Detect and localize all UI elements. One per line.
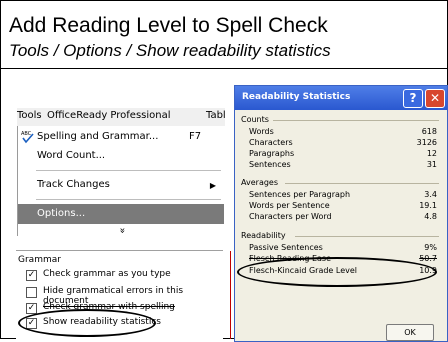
menu-item-options[interactable]: Options... — [18, 204, 224, 224]
menu-item-label: Spelling and Grammar... — [37, 131, 159, 142]
dialog-title-bar: Readability Statistics ? ✕ — [235, 86, 447, 110]
menu-bar: Tools OfficeReady Professional Tabl — [17, 108, 226, 126]
menu-item-spelling-grammar[interactable]: Spelling and Grammar... — [37, 131, 158, 142]
stat-value: 3.4 — [424, 190, 437, 199]
menu-separator — [36, 199, 221, 200]
grammar-section-title: Grammar — [18, 255, 61, 265]
close-icon[interactable]: ✕ — [425, 89, 445, 108]
stat-label: Characters — [249, 138, 293, 147]
menu-item-shortcut: F7 — [189, 131, 202, 142]
slide: Add Reading Level to Spell Check Tools /… — [0, 0, 448, 342]
spelling-abc-icon: ABC — [21, 130, 35, 144]
menu-item-label: Word Count... — [37, 150, 106, 161]
menu-item-word-count[interactable]: Word Count... — [37, 150, 105, 161]
menu-separator — [36, 170, 221, 171]
menu-table[interactable]: Tabl — [206, 110, 226, 121]
stat-value: 19.1 — [419, 201, 437, 210]
stat-value: 12 — [426, 149, 437, 158]
stat-value: 3126 — [416, 138, 437, 147]
stat-label: Sentences per Paragraph — [249, 190, 351, 199]
expand-menu-icon[interactable]: » — [117, 227, 128, 233]
menu-item-label: Track Changes — [37, 179, 110, 190]
slide-subtitle: Tools / Options / Show readability stati… — [9, 41, 331, 60]
menu-officeready[interactable]: OfficeReady Professional — [47, 110, 171, 121]
readability-heading: Readability — [241, 231, 286, 240]
stat-value: 618 — [421, 127, 437, 136]
menu-item-label: Options... — [37, 208, 86, 219]
checkbox-grammar-with-spelling[interactable]: ✓ — [26, 303, 37, 314]
tools-menu: ABC Spelling and Grammar... F7 Word Coun… — [17, 126, 224, 236]
checkbox-label: Check grammar as you type — [43, 269, 171, 279]
submenu-arrow-icon: ▶ — [209, 181, 216, 190]
menu-tools[interactable]: Tools — [17, 110, 42, 121]
stat-label: Paragraphs — [249, 149, 295, 158]
stat-label: Passive Sentences — [249, 243, 323, 252]
ok-button[interactable]: OK — [386, 324, 434, 341]
stat-label: Words per Sentence — [249, 201, 330, 210]
stat-value: 4.8 — [424, 212, 437, 221]
dialog-title: Readability Statistics — [242, 92, 351, 102]
title-divider — [1, 68, 447, 69]
checkbox-hide-grammar-errors[interactable] — [26, 287, 37, 298]
highlight-oval-grade-level — [237, 257, 437, 287]
menu-item-track-changes[interactable]: Track Changes — [37, 179, 110, 190]
help-icon[interactable]: ? — [403, 89, 423, 108]
checkbox-grammar-as-you-type[interactable]: ✓ — [26, 270, 37, 281]
group-divider — [273, 120, 439, 121]
slide-title: Add Reading Level to Spell Check — [9, 14, 328, 37]
group-divider — [285, 183, 439, 184]
stat-label: Words — [249, 127, 274, 136]
counts-heading: Counts — [241, 115, 269, 124]
highlight-oval-readability-checkbox — [18, 309, 156, 337]
stat-label: Characters per Word — [249, 212, 332, 221]
stat-value: 31 — [426, 160, 437, 169]
panel-edge — [230, 251, 231, 339]
averages-heading: Averages — [241, 178, 279, 187]
stat-label: Sentences — [249, 160, 291, 169]
group-divider — [295, 236, 439, 237]
readability-statistics-dialog: Readability Statistics ? ✕ Counts Words … — [234, 85, 448, 342]
stat-value: 9% — [424, 243, 437, 252]
stat-value: 50.7 — [419, 254, 437, 263]
